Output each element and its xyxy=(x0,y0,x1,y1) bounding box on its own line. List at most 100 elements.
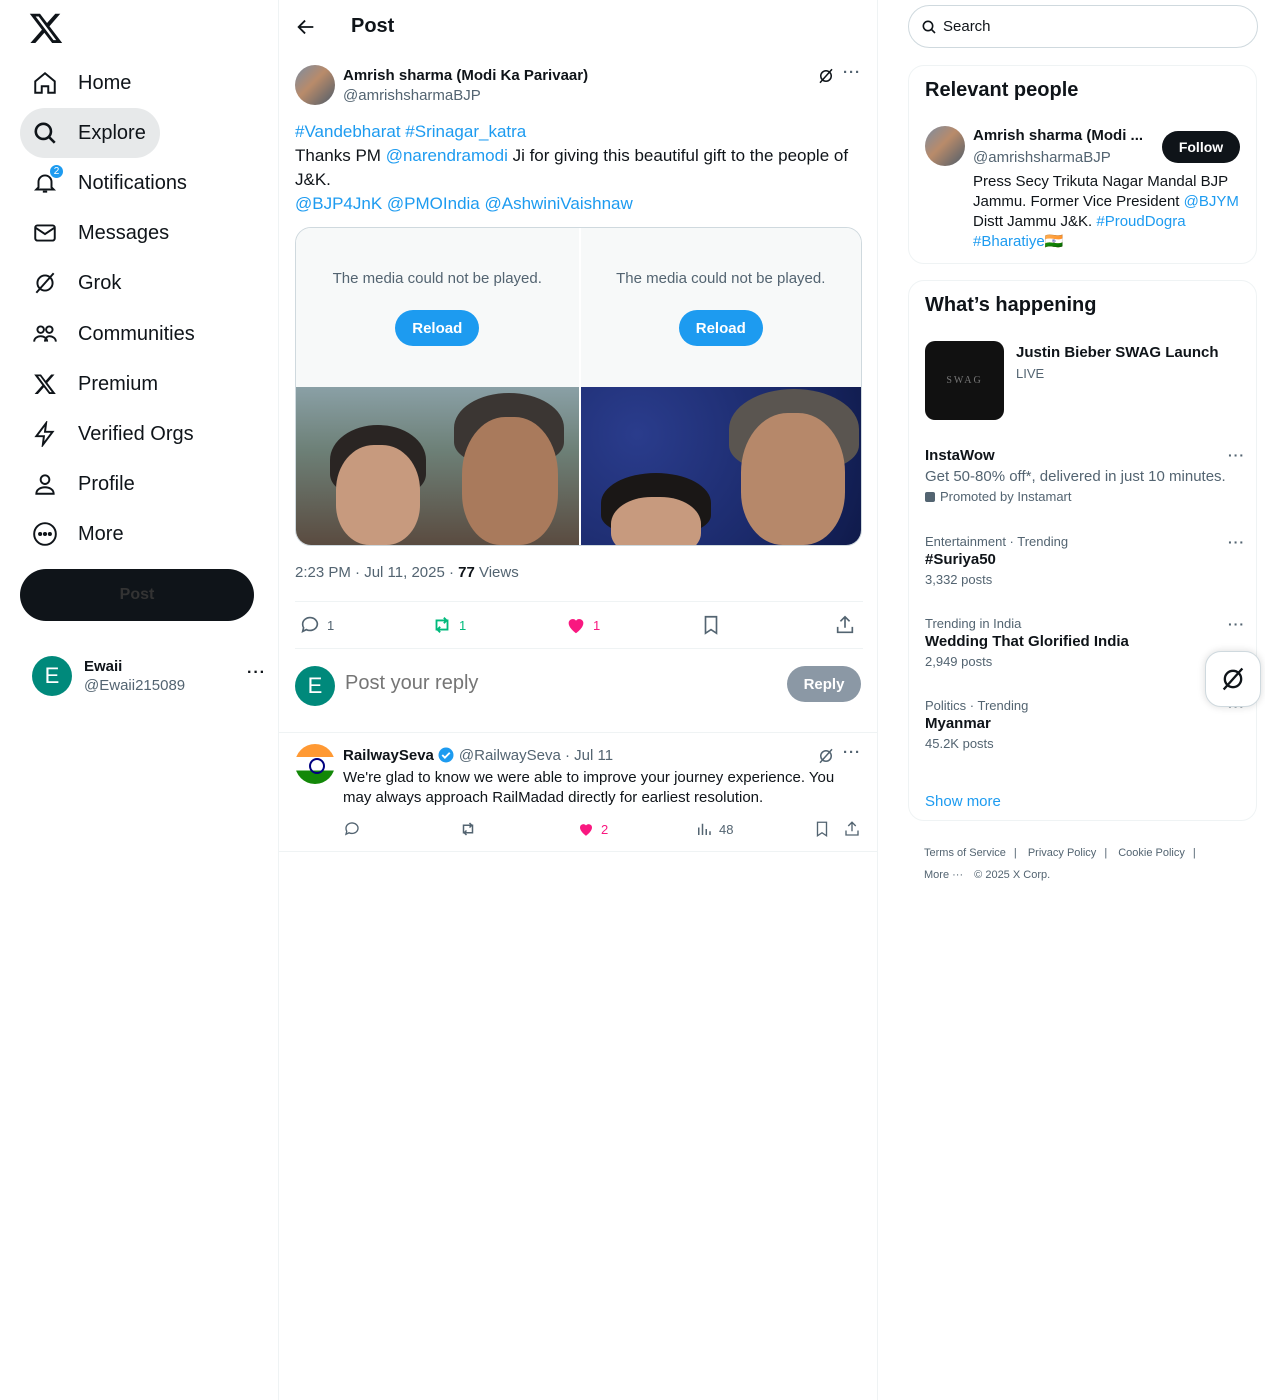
copyright: © 2025 X Corp. xyxy=(974,869,1051,881)
promoted-by: Promoted by Instamart xyxy=(940,489,1072,504)
live-event-title[interactable]: Justin Bieber SWAG Launch xyxy=(1016,344,1219,361)
show-more-link[interactable]: Show more xyxy=(925,793,1001,810)
trend-title: Myanmar xyxy=(925,715,991,732)
nav-home-label: Home xyxy=(78,71,132,94)
media-item[interactable]: The media could not be played. Reload xyxy=(578,228,861,545)
reply-input[interactable] xyxy=(345,672,765,695)
grok-icon[interactable] xyxy=(817,747,835,765)
trend-item[interactable]: Politics · Trending Myanmar 45.2K posts … xyxy=(925,698,1245,751)
avatar[interactable] xyxy=(295,744,335,784)
more-icon[interactable]: ··· xyxy=(1228,534,1245,550)
avatar[interactable] xyxy=(295,65,335,105)
heart-icon xyxy=(568,619,584,634)
live-thumbnail[interactable]: SWAG xyxy=(925,341,1004,420)
views-label: Views xyxy=(474,564,519,581)
reply-author-name[interactable]: RailwaySeva xyxy=(343,747,434,764)
right-sidebar: Relevant people Amrish sharma (Modi ... … xyxy=(908,0,1258,1400)
nav-communities[interactable]: Communities xyxy=(20,309,209,359)
views-action[interactable]: 48 xyxy=(695,820,733,838)
more-icon[interactable]: ··· xyxy=(1228,447,1245,463)
home-icon xyxy=(32,70,58,96)
avatar[interactable] xyxy=(925,126,965,166)
bio-link[interactable]: #ProudDogra xyxy=(1096,213,1185,230)
media-item[interactable]: The media could not be played. Reload xyxy=(296,228,579,545)
author-handle[interactable]: @amrishsharmaBJP xyxy=(343,87,481,104)
bio-link[interactable]: #Bharatiye xyxy=(973,233,1045,250)
grok-icon xyxy=(32,270,58,296)
nav-messages-label: Messages xyxy=(78,221,170,244)
x-icon xyxy=(32,371,58,397)
reply-post[interactable]: RailwaySeva @RailwaySeva · Jul 11 ··· We… xyxy=(295,744,863,844)
trend-count: 45.2K posts xyxy=(925,736,994,751)
search-icon xyxy=(32,120,58,146)
mention-link[interactable]: @narendramodi xyxy=(386,146,508,165)
footer-link-privacy[interactable]: Privacy Policy xyxy=(1028,847,1096,859)
reload-button[interactable]: Reload xyxy=(678,310,763,346)
trend-item[interactable]: Trending in India Wedding That Glorified… xyxy=(925,616,1245,669)
more-icon[interactable]: ··· xyxy=(843,744,861,761)
back-arrow-icon[interactable] xyxy=(295,16,317,38)
follow-button[interactable]: Follow xyxy=(1162,131,1240,163)
post-actions: 1 1 1 xyxy=(295,601,863,649)
nav-profile[interactable]: Profile xyxy=(20,459,149,509)
nav-premium[interactable]: Premium xyxy=(20,359,172,409)
heart-icon xyxy=(580,824,592,836)
divider xyxy=(279,851,877,852)
post-time[interactable]: 2:23 PM · Jul 11, 2025 · xyxy=(295,564,458,581)
more-circle-icon xyxy=(32,521,58,547)
x-logo-icon[interactable] xyxy=(28,10,64,46)
post-button[interactable]: Post xyxy=(20,569,254,621)
notification-badge: 2 xyxy=(49,164,64,179)
like-action[interactable]: 1 xyxy=(565,614,600,636)
footer-link-terms[interactable]: Terms of Service xyxy=(924,847,1006,859)
share-action[interactable] xyxy=(834,614,856,636)
more-icon[interactable]: ··· xyxy=(843,64,861,81)
footer-link-cookie[interactable]: Cookie Policy xyxy=(1118,847,1185,859)
more-icon[interactable]: ··· xyxy=(1228,616,1245,632)
reply-header: RailwaySeva @RailwaySeva · Jul 11 xyxy=(343,746,613,764)
nav-verified-orgs[interactable]: Verified Orgs xyxy=(20,409,208,459)
like-count: 2 xyxy=(601,821,609,837)
reply-author-handle[interactable]: @RailwaySeva · Jul 11 xyxy=(459,747,613,764)
nav-grok[interactable]: Grok xyxy=(20,258,135,308)
like-action[interactable]: 2 xyxy=(577,820,608,838)
media-error-message: The media could not be played. xyxy=(616,270,826,287)
nav-explore[interactable]: Explore xyxy=(20,108,160,158)
reply-action[interactable]: 1 xyxy=(299,614,334,636)
author-name[interactable]: Amrish sharma (Modi Ka Parivaar) xyxy=(343,67,588,84)
reply-action[interactable] xyxy=(343,820,361,838)
header: Post xyxy=(279,0,877,53)
relevant-person-name[interactable]: Amrish sharma (Modi ... xyxy=(973,127,1153,144)
more-icon[interactable]: ··· xyxy=(247,664,266,682)
grok-floating-button[interactable] xyxy=(1205,651,1261,707)
trend-item[interactable]: Entertainment · Trending #Suriya50 3,332… xyxy=(925,534,1245,587)
account-switcher[interactable]: E Ewaii @Ewaii215089 ··· xyxy=(32,654,272,698)
footer-more[interactable]: More ··· xyxy=(924,869,963,881)
share-action[interactable] xyxy=(843,820,861,838)
hashtag-links[interactable]: #Vandebharat #Srinagar_katra xyxy=(295,122,526,141)
trend-category: Trending in India xyxy=(925,616,1022,631)
footer-separator: | xyxy=(1192,847,1196,859)
trend-title: #Suriya50 xyxy=(925,551,996,568)
bell-icon: 2 xyxy=(32,164,64,196)
repost-action[interactable] xyxy=(459,820,477,838)
grok-icon[interactable] xyxy=(817,67,835,85)
bookmark-action[interactable] xyxy=(700,614,722,636)
bio-link[interactable]: @BJYM xyxy=(1184,193,1239,210)
mention-links[interactable]: @BJP4JnK @PMOIndia @AshwiniVaishnaw xyxy=(295,194,633,213)
avatar: E xyxy=(32,656,72,696)
nav-more[interactable]: More xyxy=(20,509,138,559)
search-icon xyxy=(922,20,936,34)
nav-messages[interactable]: Messages xyxy=(20,208,183,258)
search-box[interactable] xyxy=(908,5,1258,48)
relevant-person-handle[interactable]: @amrishsharmaBJP xyxy=(973,149,1111,166)
person-icon xyxy=(32,471,58,497)
search-input[interactable] xyxy=(943,18,1223,35)
repost-action[interactable]: 1 xyxy=(431,614,466,636)
reply-button[interactable]: Reply xyxy=(787,666,861,702)
nav-home[interactable]: Home xyxy=(20,58,145,108)
bookmark-action[interactable] xyxy=(813,820,831,838)
nav-notifications[interactable]: 2 Notifications xyxy=(20,158,201,208)
reload-button[interactable]: Reload xyxy=(395,310,480,346)
promoted-item[interactable]: InstaWow Get 50-80% off*, delivered in j… xyxy=(925,447,1245,504)
